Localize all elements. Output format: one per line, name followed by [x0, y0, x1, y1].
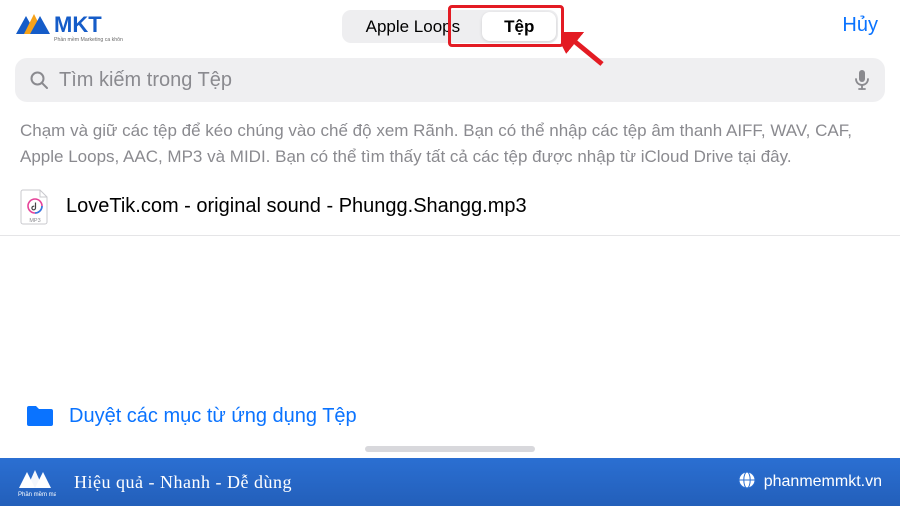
- drag-handle[interactable]: [365, 446, 535, 452]
- microphone-icon[interactable]: [853, 69, 871, 91]
- browse-files-button[interactable]: Duyệt các mục từ ứng dụng Tệp: [0, 404, 900, 428]
- folder-icon: [25, 404, 55, 428]
- footer-site-label: phanmemmkt.vn: [764, 473, 882, 491]
- file-row[interactable]: MP3 LoveTik.com - original sound - Phung…: [0, 181, 900, 236]
- footer-tagline: Hiệu quả - Nhanh - Dễ dùng: [74, 472, 292, 493]
- file-badge-text: MP3: [29, 218, 40, 224]
- browse-files-label: Duyệt các mục từ ứng dụng Tệp: [69, 405, 357, 428]
- cancel-button[interactable]: Hủy: [842, 14, 878, 37]
- tab-apple-loops[interactable]: Apple Loops: [344, 12, 483, 41]
- footer-site[interactable]: phanmemmkt.vn: [738, 471, 882, 494]
- footer-logo-icon: Phần mềm marketing: [18, 467, 56, 497]
- search-container: [0, 52, 900, 112]
- search-input[interactable]: [59, 69, 843, 92]
- svg-text:Phần mềm marketing: Phần mềm marketing: [18, 492, 56, 497]
- search-icon: [29, 70, 49, 90]
- help-text: Chạm và giữ các tệp để kéo chúng vào chế…: [0, 112, 900, 181]
- brand-text: MKT: [54, 12, 102, 37]
- search-field[interactable]: [15, 58, 885, 102]
- file-name-label: LoveTik.com - original sound - Phungg.Sh…: [66, 195, 527, 218]
- brand-logo: MKT Phần mềm Marketing ca khôn: [14, 10, 136, 44]
- segmented-control: Apple Loops Tệp: [342, 10, 559, 43]
- brand-tagline: Phần mềm Marketing ca khôn: [54, 37, 123, 43]
- globe-icon: [738, 471, 756, 494]
- mp3-file-icon: MP3: [20, 189, 50, 223]
- tab-files[interactable]: Tệp: [482, 12, 556, 41]
- mkt-logo-icon: MKT Phần mềm Marketing ca khôn: [14, 10, 136, 44]
- footer-banner: Phần mềm marketing Hiệu quả - Nhanh - Dễ…: [0, 458, 900, 506]
- top-bar: MKT Phần mềm Marketing ca khôn Apple Loo…: [0, 0, 900, 52]
